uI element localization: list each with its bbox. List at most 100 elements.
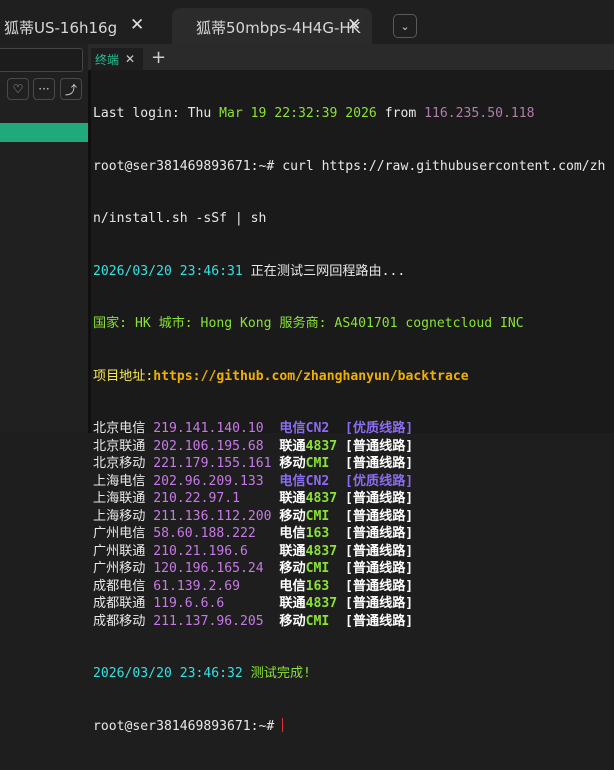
route-carrier: 电信 (279, 421, 306, 436)
route-ip: 120.196.165.24 (153, 561, 264, 576)
route-code: 4837 (305, 438, 338, 454)
route-carrier: 联通 (279, 438, 306, 454)
route-tag: [普通线路] (345, 561, 414, 576)
route-name: 成都移动 (93, 613, 146, 629)
start-line: 2026/03/20 23:46:31 正在测试三网回程路由... (93, 263, 406, 279)
route-tag: [普通线路] (345, 613, 414, 629)
route-carrier: 联通 (279, 596, 306, 611)
route-carrier: 移动 (279, 508, 306, 524)
terminal-tab-bar: 终端 ✕ + (88, 44, 614, 70)
route-carrier: 电信 (279, 526, 306, 541)
route-tag: [普通线路] (345, 543, 414, 559)
more-icon[interactable]: ··· (33, 78, 55, 100)
route-code: 4837 (305, 596, 338, 611)
route-name: 上海电信 (93, 473, 146, 489)
heart-icon[interactable]: ♡ (7, 78, 29, 100)
route-name: 上海移动 (93, 508, 146, 524)
search-input[interactable] (0, 48, 83, 72)
route-name: 北京联通 (93, 438, 146, 454)
route-row: 上海电信 202.96.209.133 电信CN2 [优质线路] (93, 473, 605, 491)
done-line: 2026/03/20 23:46:32 测试完成! (93, 666, 311, 681)
route-row: 上海移动 211.136.112.200 移动CMI [普通线路] (93, 508, 605, 526)
route-row: 成都联通 119.6.6.6 联通4837 [普通线路] (93, 595, 605, 613)
tab-terminal[interactable]: 终端 ✕ (91, 48, 143, 70)
terminal-output[interactable]: Last login: Thu Mar 19 22:32:39 2026 fro… (88, 70, 614, 734)
chevron-down-icon[interactable]: ⌄ (393, 14, 417, 38)
route-tag: [普通线路] (345, 508, 414, 524)
route-code: CN2 (305, 473, 330, 489)
window-tab-hk[interactable]: 狐蒂50mbps-4H4G-HK ✕ (172, 8, 372, 44)
tab-terminal-label: 终端 (95, 52, 120, 67)
route-name: 成都联通 (93, 596, 146, 611)
route-row: 广州联通 210.21.196.6 联通4837 [普通线路] (93, 543, 605, 561)
route-ip: 221.179.155.161 (153, 456, 272, 471)
route-row: 北京移动 221.179.155.161 移动CMI [普通线路] (93, 455, 605, 473)
route-carrier: 联通 (279, 491, 306, 506)
route-tag: [普通线路] (345, 491, 414, 506)
route-row: 北京联通 202.106.195.68 联通4837 [普通线路] (93, 438, 605, 456)
window-tab-bar: 狐蒂US-16h16g ✕ 狐蒂50mbps-4H4G-HK ✕ ⌄ (0, 0, 614, 44)
route-name: 上海联通 (93, 491, 146, 506)
route-name: 广州电信 (93, 526, 146, 541)
route-tag: [优质线路] (345, 421, 414, 436)
add-tab-icon[interactable]: + (151, 47, 166, 68)
close-icon[interactable]: ✕ (130, 15, 144, 35)
upload-icon[interactable]: ⤴ (60, 78, 82, 100)
route-ip: 61.139.2.69 (153, 578, 240, 594)
route-carrier: 移动 (279, 561, 306, 576)
last-login-line: Last login: Thu Mar 19 22:32:39 2026 fro… (93, 106, 535, 121)
sidebar-item-active[interactable] (0, 123, 88, 142)
info-line: 国家: HK 城市: Hong Kong 服务商: AS401701 cogne… (93, 316, 524, 331)
route-row: 广州移动 120.196.165.24 移动CMI [普通线路] (93, 560, 605, 578)
route-code: CMI (305, 561, 330, 576)
close-icon[interactable]: ✕ (347, 15, 361, 35)
terminal-lines: Last login: Thu Mar 19 22:32:39 2026 fro… (93, 70, 605, 770)
route-ip: 210.22.97.1 (153, 491, 240, 506)
route-name: 北京移动 (93, 456, 146, 471)
route-carrier: 电信 (279, 578, 306, 594)
close-icon[interactable]: ✕ (125, 52, 135, 66)
command-line-wrap: n/install.sh -sSf | sh (93, 211, 267, 226)
route-carrier: 移动 (279, 456, 306, 471)
route-tag: [普通线路] (345, 438, 414, 454)
route-name: 北京电信 (93, 421, 146, 436)
window-tab-us[interactable]: 狐蒂US-16h16g ✕ (0, 8, 160, 44)
route-tag: [普通线路] (345, 578, 414, 594)
route-ip: 210.21.196.6 (153, 543, 248, 559)
route-tag: [普通线路] (345, 526, 414, 541)
route-row: 广州电信 58.60.188.222 电信163 [普通线路] (93, 525, 605, 543)
route-code: CMI (305, 508, 330, 524)
route-name: 广州联通 (93, 543, 146, 559)
command-line: root@ser381469893671:~# curl https://raw… (93, 158, 606, 174)
route-code: 163 (305, 526, 330, 541)
